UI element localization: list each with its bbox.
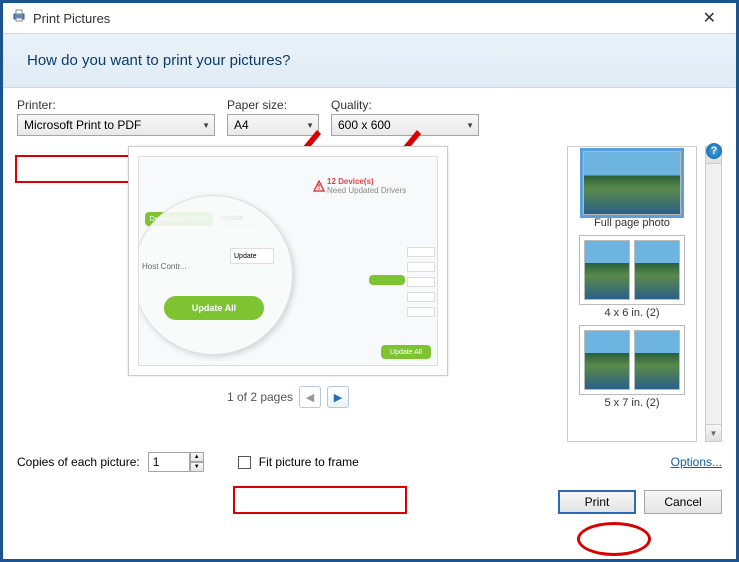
mock-warning: 12 Device(s)Need Updated Drivers (313, 177, 406, 195)
layout-4x6[interactable]: 4 x 6 in. (2) (579, 235, 685, 319)
printer-icon (11, 8, 27, 29)
layout-thumb-full (583, 151, 681, 215)
fit-picture-checkbox[interactable] (238, 456, 251, 469)
pager-text: 1 of 2 pages (227, 390, 293, 404)
fit-picture-label: Fit picture to frame (259, 455, 359, 469)
controls-row: Printer: Microsoft Print to PDF ▼ Paper … (3, 88, 736, 142)
chevron-down-icon: ▼ (466, 121, 474, 130)
copies-up-button[interactable]: ▲ (190, 452, 204, 462)
printer-select[interactable]: Microsoft Print to PDF ▼ (17, 114, 215, 136)
layout-label-full: Full page photo (594, 217, 670, 229)
papersize-value: A4 (234, 118, 249, 132)
quality-select[interactable]: 600 x 600 ▼ (331, 114, 479, 136)
copies-down-button[interactable]: ▼ (190, 462, 204, 472)
options-link[interactable]: Options... (671, 455, 722, 469)
printer-label: Printer: (17, 98, 215, 112)
quality-label: Quality: (331, 98, 479, 112)
layout-thumb-4x6 (579, 235, 685, 305)
pager-next-button[interactable]: ▶ (327, 386, 349, 408)
bottom-row: Copies of each picture: ▲ ▼ Fit picture … (3, 442, 736, 482)
layouts-scrollbar[interactable]: ▲ ▼ (705, 146, 722, 442)
print-button[interactable]: Print (558, 490, 636, 514)
pager: 1 of 2 pages ◀ ▶ (227, 386, 349, 408)
layout-label-5x7: 5 x 7 in. (2) (604, 397, 659, 409)
preview-column: 12 Device(s)Need Updated Drivers Downloa… (17, 146, 559, 442)
chevron-down-icon: ▼ (306, 121, 314, 130)
mock-magnify-circle: Host Contr... Update Update All (138, 195, 293, 355)
scroll-down-button[interactable]: ▼ (706, 424, 721, 441)
papersize-select[interactable]: A4 ▼ (227, 114, 319, 136)
preview-content: 12 Device(s)Need Updated Drivers Downloa… (138, 156, 438, 366)
copies-label: Copies of each picture: (17, 455, 140, 469)
quality-value: 600 x 600 (338, 118, 391, 132)
window-title: Print Pictures (33, 11, 110, 26)
chevron-down-icon: ▼ (202, 121, 210, 130)
copies-spinner[interactable]: ▲ ▼ (148, 452, 204, 472)
preview-page: 12 Device(s)Need Updated Drivers Downloa… (128, 146, 448, 376)
pager-prev-button[interactable]: ◀ (299, 386, 321, 408)
footer: Print Cancel (3, 482, 736, 528)
help-button[interactable]: ? (706, 143, 722, 159)
layouts-list: Full page photo 4 x 6 in. (2) 5 x 7 in. … (567, 146, 697, 442)
layout-thumb-5x7 (579, 325, 685, 395)
page-heading: How do you want to print your pictures? (27, 52, 712, 69)
papersize-label: Paper size: (227, 98, 319, 112)
copies-input[interactable] (148, 452, 190, 472)
layout-5x7[interactable]: 5 x 7 in. (2) (579, 325, 685, 409)
header-band: How do you want to print your pictures? (3, 33, 736, 88)
layout-label-4x6: 4 x 6 in. (2) (604, 307, 659, 319)
close-button[interactable]: ✕ (691, 4, 728, 32)
layout-full-page[interactable]: Full page photo (583, 151, 681, 229)
cancel-button[interactable]: Cancel (644, 490, 722, 514)
printer-value: Microsoft Print to PDF (24, 118, 141, 132)
titlebar: Print Pictures ✕ (3, 3, 736, 33)
main-area: 12 Device(s)Need Updated Drivers Downloa… (3, 142, 736, 442)
